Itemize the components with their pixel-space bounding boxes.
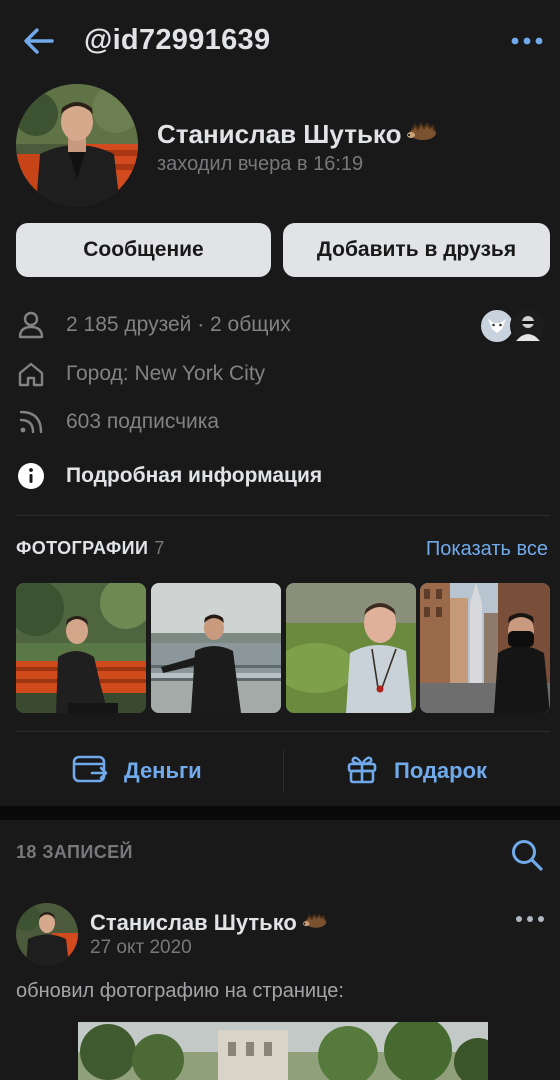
rss-icon [16,407,50,437]
city-text: Город: New York City [66,362,266,385]
details-row[interactable]: Подробная информация [16,461,322,491]
divider [16,731,550,732]
details-link: Подробная информация [66,464,323,487]
home-icon [16,359,50,389]
more-dots-icon[interactable] [510,34,544,48]
post-date: 27 окт 2020 [90,937,192,958]
photos-title: ФОТОГРАФИИ [16,538,149,558]
post-image[interactable] [78,1022,488,1080]
user-icon [16,310,50,340]
message-button[interactable]: Сообщение [16,223,271,277]
back-arrow-icon[interactable] [22,26,54,56]
followers-count: 603 подписчика [66,410,220,433]
profile-handle: @id72991639 [84,24,271,56]
post-author-avatar[interactable] [16,903,78,965]
post-author-name[interactable]: Станислав Шутько [90,908,327,936]
friends-row[interactable]: 2 185 друзей · 2 общих [16,310,291,340]
more-dots-icon[interactable] [515,912,545,924]
post-author-name-text: Станислав Шутько [90,910,297,935]
last-seen-status: заходил вчера в 16:19 [157,153,364,175]
hedgehog-emoji-icon [302,908,327,928]
gift-icon [346,753,378,790]
top-bar: @id72991639 [0,0,560,84]
friends-count: 2 185 друзей · 2 общих [66,313,291,336]
divider [16,515,550,516]
add-friend-button[interactable]: Добавить в друзья [283,223,550,277]
info-icon [16,461,50,491]
gift-button[interactable]: Подарок [346,748,487,794]
profile-name: Станислав Шутько [157,116,437,150]
photos-count: 7 [154,538,165,558]
hedgehog-emoji-icon [407,116,437,140]
photo-thumbnail[interactable] [420,583,550,713]
followers-row[interactable]: 603 подписчика [16,407,219,437]
mutual-friends-avatars[interactable] [478,307,550,345]
profile-avatar[interactable] [16,84,138,206]
search-icon[interactable] [510,838,544,872]
wallet-icon [72,753,108,790]
photo-thumbnail[interactable] [16,583,146,713]
photo-thumbnail[interactable] [151,583,281,713]
photo-thumbnail[interactable] [286,583,416,713]
money-label: Деньги [124,758,202,783]
money-button[interactable]: Деньги [72,748,202,794]
gift-label: Подарок [394,758,488,783]
profile-name-text: Станислав Шутько [157,119,402,149]
posts-count-header: 18 ЗАПИСЕЙ [16,842,133,862]
divider [283,750,284,792]
photos-header: ФОТОГРАФИИ 7 [16,538,165,559]
city-row: Город: New York City [16,359,265,389]
post-text: обновил фотографию на странице: [16,980,344,1002]
profile-screen: @id72991639 Станислав Шутько заходил вче… [0,0,560,1080]
show-all-photos-link[interactable]: Показать все [426,538,548,561]
